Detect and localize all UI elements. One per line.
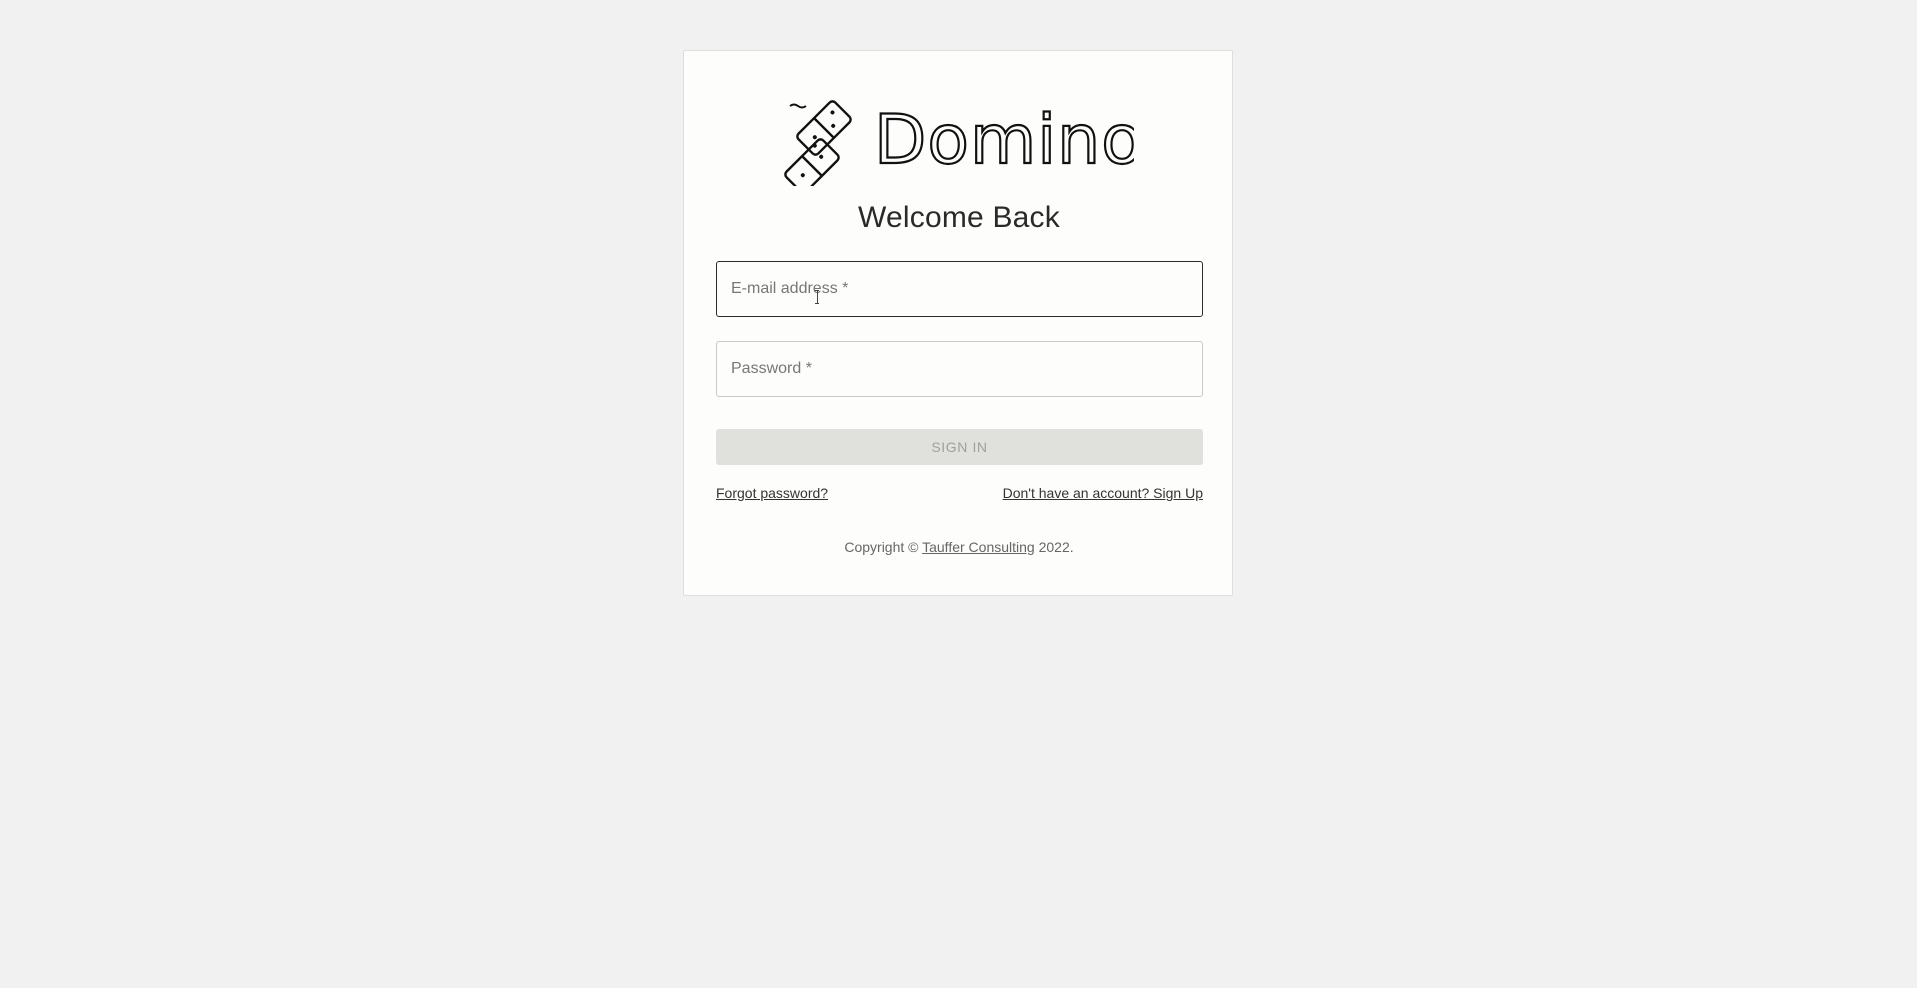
copyright-suffix: 2022. — [1034, 539, 1074, 555]
password-input[interactable] — [717, 342, 1202, 396]
copyright-prefix: Copyright © — [844, 539, 923, 555]
forgot-password-link[interactable]: Forgot password? — [716, 485, 828, 505]
text-cursor-icon — [815, 290, 819, 304]
brand-wordmark: Domino — [874, 101, 1134, 180]
auth-links: Forgot password? Don't have an account? … — [716, 485, 1203, 505]
email-field[interactable] — [716, 261, 1203, 317]
company-link[interactable]: Tauffer Consulting — [922, 539, 1035, 555]
page-title: Welcome Back — [858, 201, 1060, 234]
login-card: Domino Welcome Back SIGN IN Forgot passw… — [683, 50, 1233, 596]
domino-tiles-icon: Domino — [784, 100, 1134, 186]
sign-up-link[interactable]: Don't have an account? Sign Up — [1003, 485, 1203, 505]
brand-logo: Domino — [684, 86, 1234, 186]
email-input[interactable] — [717, 262, 1202, 316]
password-field[interactable] — [716, 341, 1203, 397]
sign-in-button[interactable]: SIGN IN — [716, 429, 1203, 465]
copyright-footer: Copyright © Tauffer Consulting 2022. — [684, 539, 1234, 555]
